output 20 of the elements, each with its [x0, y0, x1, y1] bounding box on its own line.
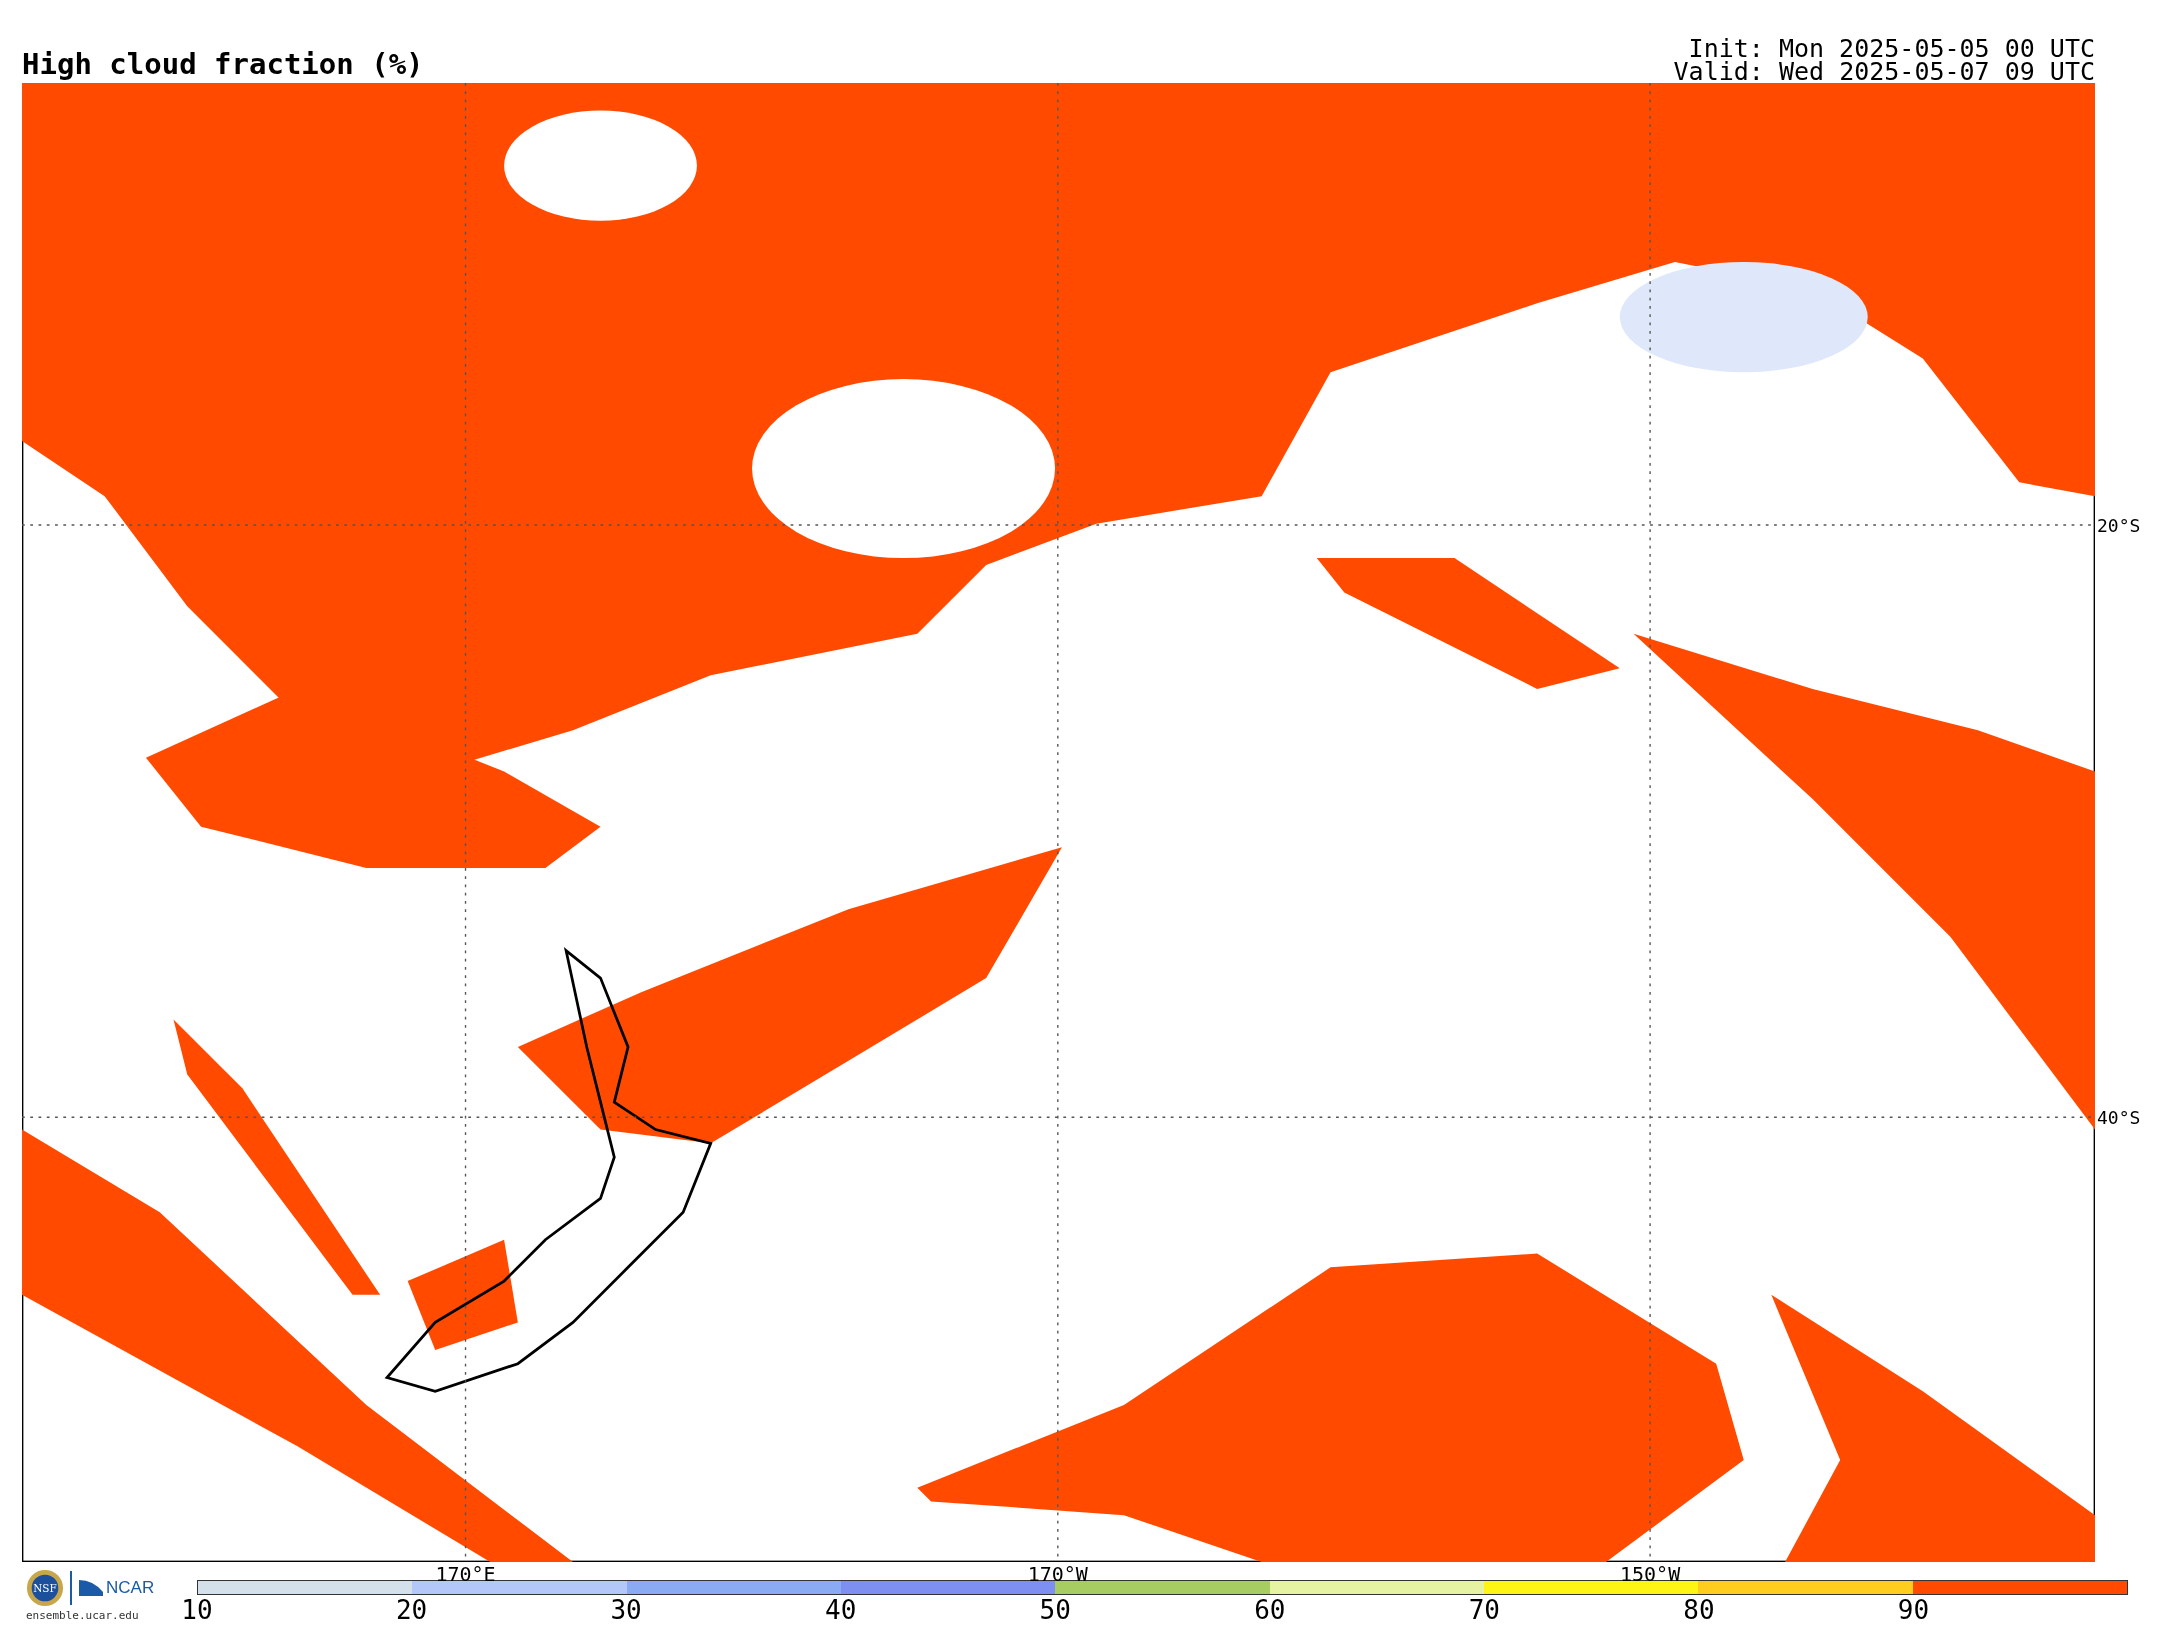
- latitude-label: 40°S: [2096, 1106, 2141, 1128]
- nsf-logo-icon: NSF: [26, 1569, 64, 1607]
- colorbar-tick-label: 30: [610, 1595, 642, 1625]
- map-title: High cloud fraction (%): [22, 50, 424, 83]
- colorbar-tick-label: 70: [1468, 1595, 1501, 1625]
- colorbar-tick-label: 10: [181, 1595, 213, 1625]
- colorbar-tick-label: 90: [1897, 1595, 1930, 1625]
- colorbar-tick-label: 20: [395, 1595, 428, 1625]
- colorbar-tick-label: 50: [1039, 1595, 1071, 1625]
- ncar-logo-icon: [78, 1578, 104, 1598]
- colorbar-tick-label: 80: [1683, 1595, 1715, 1625]
- longitude-label: 170°W: [1027, 1562, 1088, 1584]
- init-time: Init: Mon 2025-05-05 00 UTC: [1688, 37, 2095, 60]
- colorbar-tick-label: 40: [825, 1595, 857, 1625]
- valid-time: Valid: Wed 2025-05-07 09 UTC: [1673, 60, 2095, 83]
- colorbar-tick-label: 60: [1254, 1595, 1286, 1625]
- longitude-label: 170°E: [435, 1562, 496, 1584]
- ncar-logo-text: NCAR: [106, 1578, 155, 1598]
- longitude-label: 150°W: [1620, 1562, 1681, 1584]
- latitude-label: 20°S: [2096, 514, 2141, 536]
